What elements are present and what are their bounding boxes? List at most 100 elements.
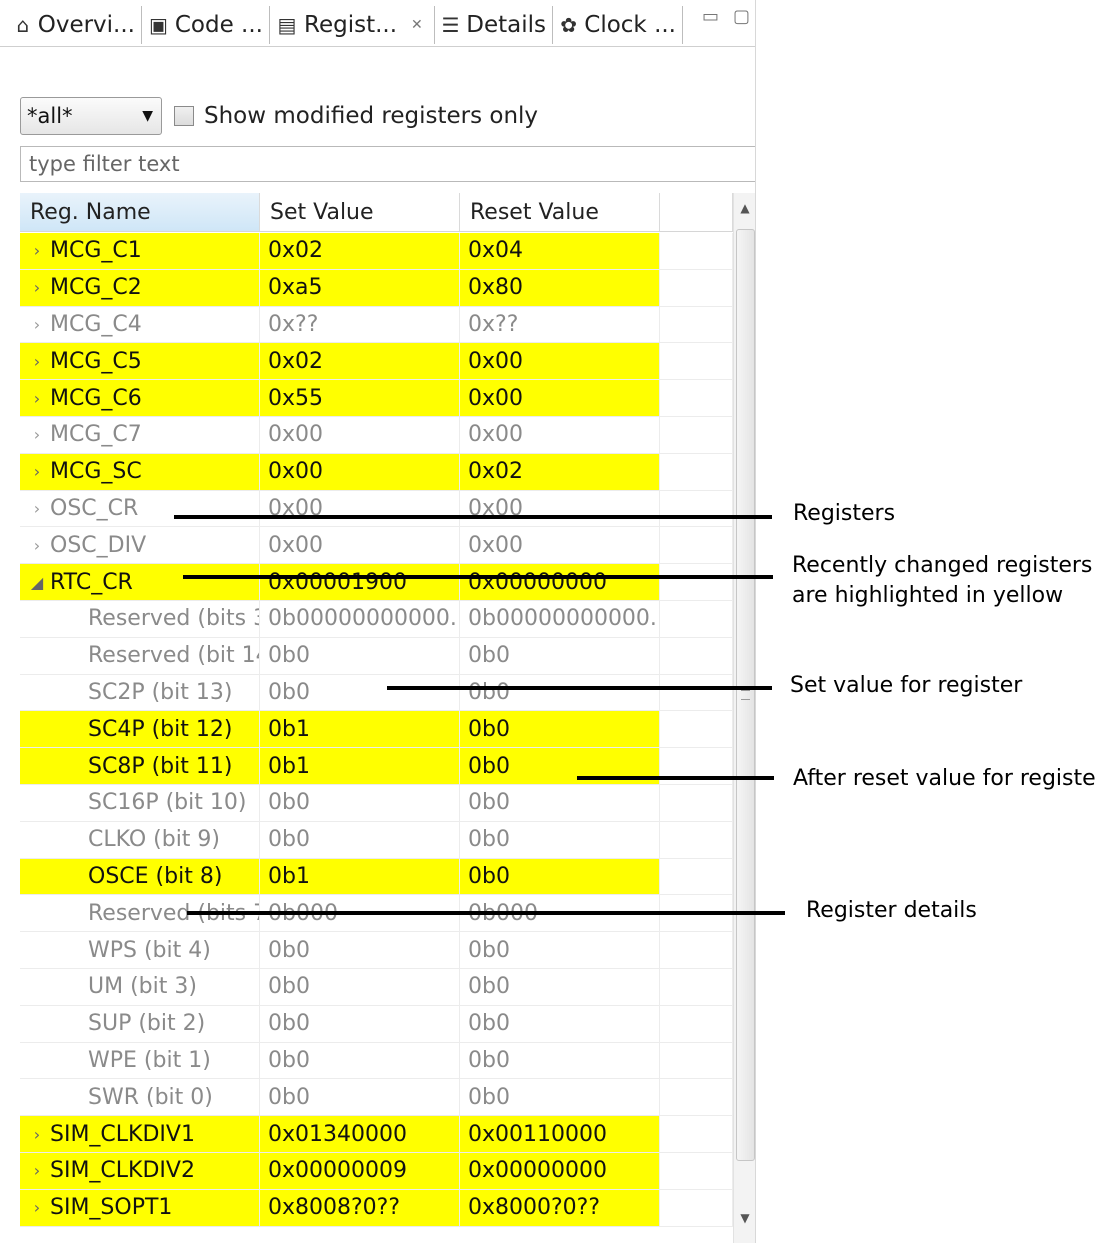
- table-row[interactable]: Reserved (bits 3 0b00000000000... 0b000000…: [20, 600, 733, 638]
- chevron-right-icon[interactable]: ›: [28, 425, 46, 444]
- register-name-cell: › OSC_CR: [20, 490, 260, 527]
- register-name: SC4P (bit 12): [88, 716, 233, 742]
- minimize-maximize-icon[interactable]: ▭▢: [702, 6, 755, 27]
- set-value-cell[interactable]: 0b00000000000...: [260, 600, 460, 637]
- table-row[interactable]: CLKO (bit 9) 0b0 0b0: [20, 821, 733, 859]
- table-row[interactable]: ◢ RTC_CR 0x00001900 0x00000000: [20, 564, 733, 601]
- set-value-cell[interactable]: 0x00000009: [260, 1152, 460, 1189]
- table-row[interactable]: › SIM_CLKDIV1 0x01340000 0x00110000: [20, 1116, 733, 1153]
- set-value-cell[interactable]: 0x00: [260, 453, 460, 490]
- set-value-cell[interactable]: 0b0: [260, 1079, 460, 1116]
- chevron-right-icon[interactable]: ›: [28, 536, 46, 555]
- table-row[interactable]: Reserved (bit 14 0b0 0b0: [20, 637, 733, 675]
- set-value-cell[interactable]: 0x00001900: [260, 564, 460, 600]
- set-value-cell[interactable]: 0x00: [260, 527, 460, 564]
- register-name-cell: › OSC_DIV: [20, 527, 260, 564]
- set-value-cell[interactable]: 0b1: [260, 748, 460, 784]
- table-row[interactable]: › OSC_CR 0x00 0x00: [20, 490, 733, 528]
- reset-value-cell: 0x04: [460, 233, 660, 269]
- table-row[interactable]: › OSC_DIV 0x00 0x00: [20, 527, 733, 565]
- tab-details[interactable]: ☰ Details: [435, 6, 553, 44]
- table-row[interactable]: WPS (bit 4) 0b0 0b0: [20, 932, 733, 969]
- table-row[interactable]: SC16P (bit 10) 0b0 0b0: [20, 784, 733, 822]
- reset-value-cell: 0b0: [460, 1005, 660, 1042]
- chevron-right-icon[interactable]: ›: [28, 1125, 46, 1144]
- table-row[interactable]: SC2P (bit 13) 0b0 0b0: [20, 674, 733, 712]
- reset-value-cell: 0x??: [460, 306, 660, 343]
- filler-cell: [660, 600, 733, 637]
- column-header-reg-name[interactable]: Reg. Name: [20, 193, 260, 231]
- set-value-cell[interactable]: 0b0: [260, 784, 460, 821]
- filler-cell: [660, 490, 733, 527]
- scrollbar-thumb[interactable]: [736, 229, 755, 1161]
- table-row[interactable]: › SIM_CLKDIV2 0x00000009 0x00000000: [20, 1152, 733, 1190]
- set-value-cell[interactable]: 0b0: [260, 1042, 460, 1079]
- register-name: SC2P (bit 13): [88, 679, 233, 705]
- tab-overview[interactable]: ⌂ Overvi...: [8, 6, 142, 44]
- table-row[interactable]: › MCG_C4 0x?? 0x??: [20, 306, 733, 344]
- column-header-reset-value[interactable]: Reset Value: [460, 193, 660, 231]
- table-row[interactable]: SUP (bit 2) 0b0 0b0: [20, 1005, 733, 1043]
- tab-label: Regist...: [304, 12, 398, 38]
- set-value-cell[interactable]: 0b0: [260, 674, 460, 711]
- table-row[interactable]: › MCG_SC 0x00 0x02: [20, 453, 733, 491]
- table-row[interactable]: SC4P (bit 12) 0b1 0b0: [20, 711, 733, 749]
- chevron-right-icon[interactable]: ›: [28, 1161, 46, 1180]
- chevron-right-icon[interactable]: ›: [28, 278, 46, 297]
- set-value-cell[interactable]: 0b0: [260, 1005, 460, 1042]
- chevron-right-icon[interactable]: ›: [28, 315, 46, 334]
- filler-cell: [660, 380, 733, 416]
- expanded-arrow-icon[interactable]: ◢: [28, 573, 46, 592]
- set-value-cell[interactable]: 0b1: [260, 711, 460, 748]
- set-value-cell[interactable]: 0x02: [260, 233, 460, 269]
- table-row[interactable]: › MCG_C1 0x02 0x04: [20, 233, 733, 270]
- reset-value-cell: 0b0: [460, 821, 660, 858]
- tab-code[interactable]: ▣ Code ...: [142, 6, 270, 44]
- chevron-right-icon[interactable]: ›: [28, 1198, 46, 1217]
- table-row[interactable]: › MCG_C5 0x02 0x00: [20, 343, 733, 381]
- chevron-right-icon[interactable]: ›: [28, 499, 46, 518]
- set-value-cell[interactable]: 0b0: [260, 821, 460, 858]
- set-value-cell[interactable]: 0xa5: [260, 269, 460, 306]
- table-row[interactable]: › MCG_C6 0x55 0x00: [20, 380, 733, 417]
- set-value-cell[interactable]: 0b0: [260, 932, 460, 968]
- tab-label: Overvi...: [37, 12, 135, 38]
- register-group-select[interactable]: *all* ▼: [20, 97, 162, 135]
- set-value-cell[interactable]: 0b0: [260, 637, 460, 674]
- set-value-cell[interactable]: 0x8008?0??: [260, 1189, 460, 1226]
- table-row[interactable]: UM (bit 3) 0b0 0b0: [20, 968, 733, 1006]
- table-row[interactable]: › MCG_C2 0xa5 0x80: [20, 269, 733, 307]
- tab-registers[interactable]: ▤ Regist... ✕: [270, 6, 435, 44]
- show-modified-checkbox[interactable]: [174, 106, 194, 126]
- register-name-cell: SUP (bit 2): [20, 1005, 260, 1042]
- set-value-cell[interactable]: 0x00: [260, 490, 460, 527]
- register-name-cell: › MCG_C6: [20, 380, 260, 416]
- tab-clock[interactable]: ✿ Clock ...: [553, 6, 683, 44]
- table-row[interactable]: › SIM_SOPT1 0x8008?0?? 0x8000?0??: [20, 1189, 733, 1227]
- set-value-cell[interactable]: 0b1: [260, 858, 460, 895]
- vertical-scrollbar[interactable]: ▲ ▼: [733, 193, 755, 1243]
- set-value-cell[interactable]: 0x00: [260, 416, 460, 453]
- set-value-cell[interactable]: 0x55: [260, 380, 460, 416]
- scroll-up-icon[interactable]: ▲: [734, 201, 755, 215]
- table-row[interactable]: › MCG_C7 0x00 0x00: [20, 416, 733, 454]
- set-value-cell[interactable]: 0x??: [260, 306, 460, 343]
- reset-value-cell: 0x00: [460, 416, 660, 453]
- chevron-right-icon[interactable]: ›: [28, 352, 46, 371]
- chevron-right-icon[interactable]: ›: [28, 241, 46, 260]
- register-name: SC16P (bit 10): [88, 790, 247, 816]
- filter-input[interactable]: type filter text: [20, 146, 755, 182]
- table-row[interactable]: SWR (bit 0) 0b0 0b0: [20, 1079, 733, 1117]
- register-name: SIM_SOPT1: [50, 1195, 173, 1221]
- chevron-right-icon[interactable]: ›: [28, 389, 46, 408]
- table-row[interactable]: OSCE (bit 8) 0b1 0b0: [20, 858, 733, 896]
- table-row[interactable]: WPE (bit 1) 0b0 0b0: [20, 1042, 733, 1080]
- filler-cell: [660, 968, 733, 1005]
- set-value-cell[interactable]: 0x02: [260, 343, 460, 380]
- column-header-set-value[interactable]: Set Value: [260, 193, 460, 231]
- scroll-down-icon[interactable]: ▼: [734, 1211, 755, 1225]
- set-value-cell[interactable]: 0b0: [260, 968, 460, 1005]
- close-icon[interactable]: ✕: [411, 17, 423, 33]
- set-value-cell[interactable]: 0x01340000: [260, 1116, 460, 1152]
- chevron-right-icon[interactable]: ›: [28, 462, 46, 481]
